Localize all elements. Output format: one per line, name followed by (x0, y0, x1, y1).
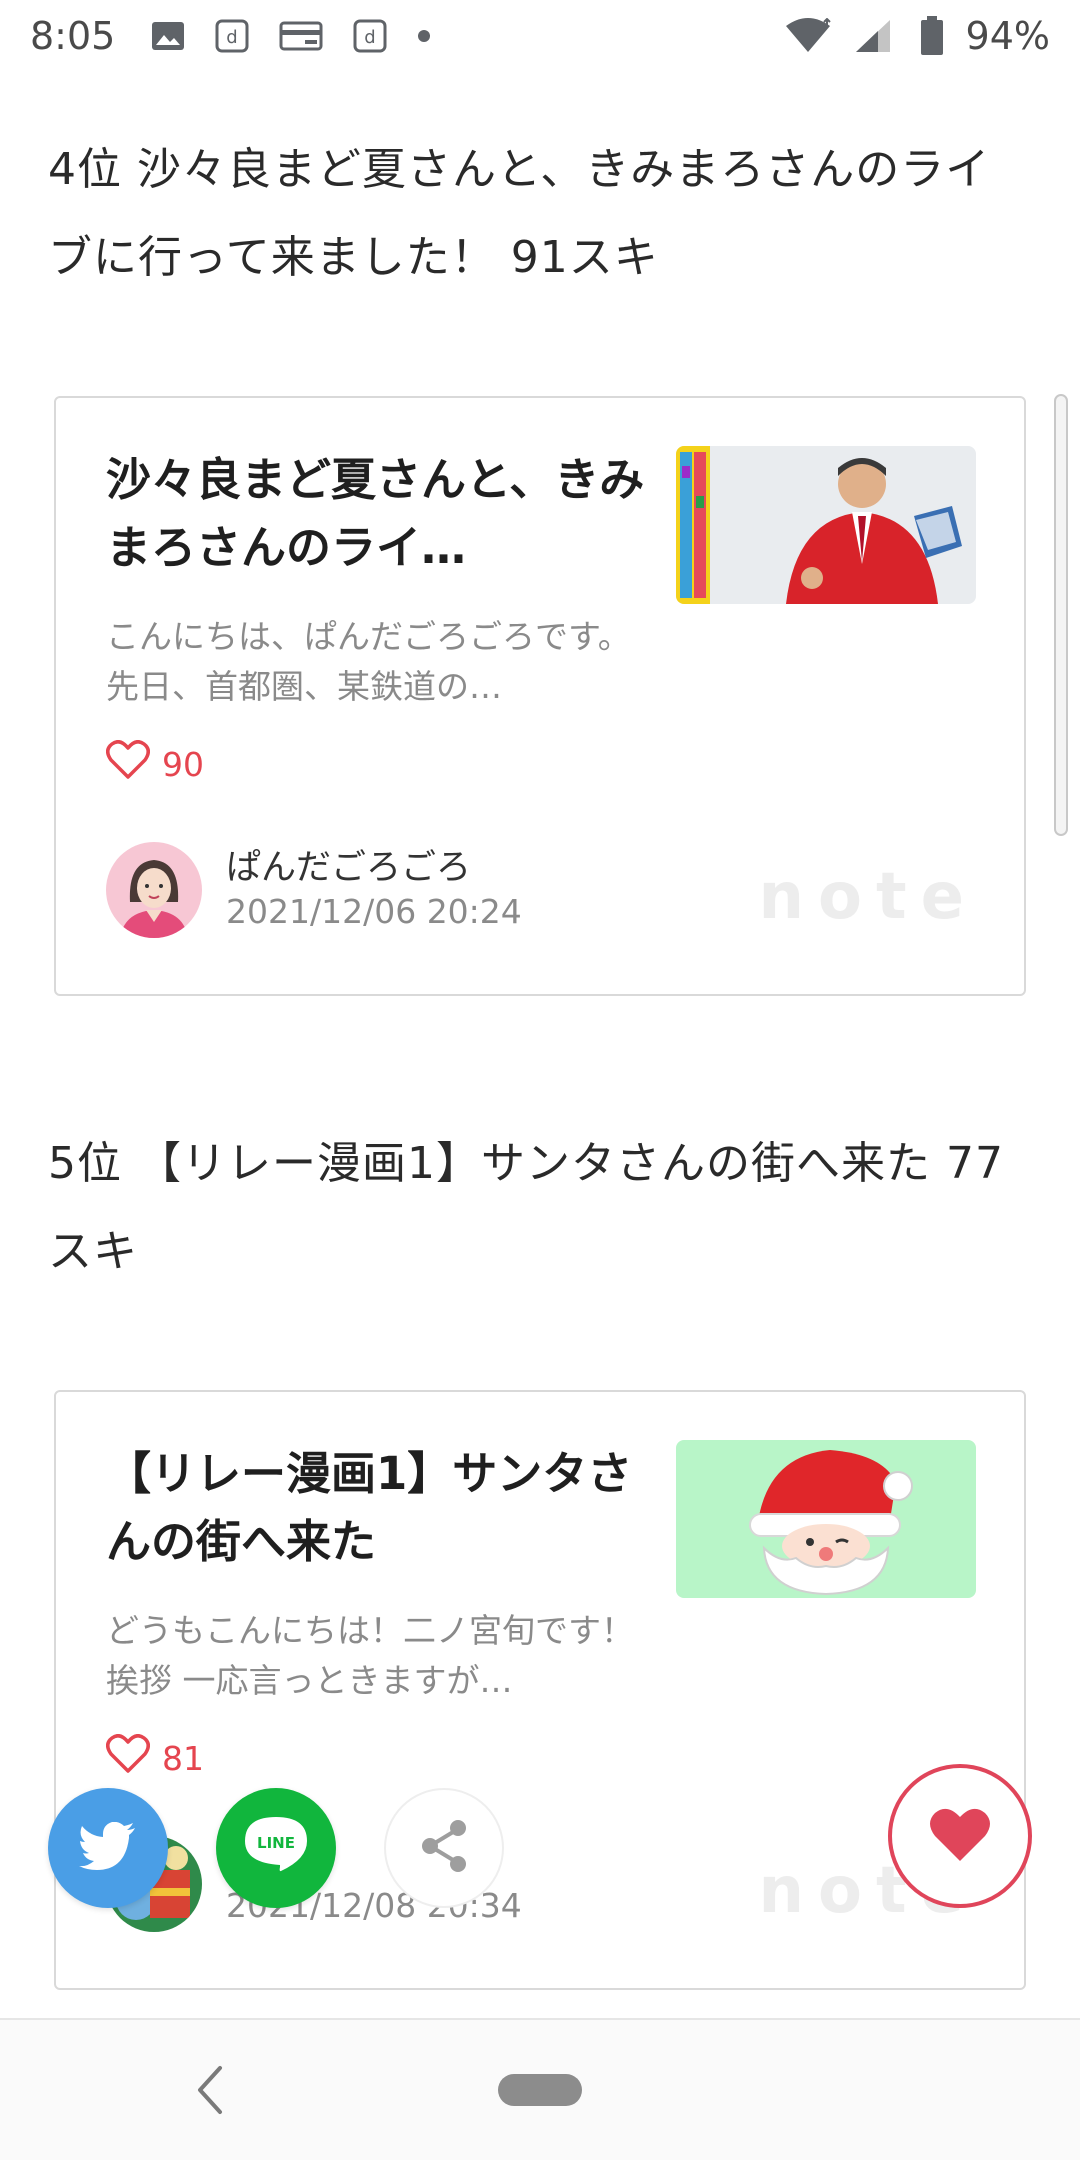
docomo-icon: d (353, 19, 387, 53)
card-thumbnail[interactable] (676, 446, 976, 604)
signal-icon (854, 18, 898, 54)
heart-outline-icon (106, 1734, 150, 1782)
avatar[interactable] (106, 842, 202, 938)
battery-icon (920, 16, 944, 56)
screen: 8:05 d d 94% 4位 沙々良まど夏さんと、きみまろさんのライブに行って… (0, 0, 1080, 2160)
wifi-icon (784, 18, 832, 54)
status-time: 8:05 (30, 14, 116, 58)
docomo-icon: d (215, 19, 249, 53)
article-card[interactable]: 【リレー漫画1】サンタさんの街へ来た どうもこんにちは！二ノ宮旬です！ 挨拶 一… (54, 1390, 1026, 1990)
author-meta: ぱんだごろごろ 2021/12/06 20:24 (226, 846, 522, 934)
card-icon (279, 21, 323, 51)
svg-text:d: d (227, 27, 238, 48)
dot-icon (417, 29, 431, 43)
article-card[interactable]: 沙々良まど夏さんと、きみまろさんのライ… こんにちは、ぱんだごろごろです。先日、… (54, 396, 1026, 996)
card-thumbnail[interactable] (676, 1440, 976, 1598)
scrollbar[interactable] (1054, 394, 1068, 836)
card-likes[interactable]: 90 (106, 740, 204, 788)
note-watermark: note (758, 860, 978, 934)
author-name[interactable]: ぱんだごろごろ (226, 846, 522, 890)
rank-heading: 5位 【リレー漫画1】サンタさんの街へ来た 77スキ (48, 1138, 1004, 1277)
card-title[interactable]: 沙々良まど夏さんと、きみまろさんのライ… (106, 446, 666, 582)
card-excerpt: こんにちは、ぱんだごろごろです。先日、首都圏、某鉄道の… (106, 617, 631, 706)
svg-text:d: d (365, 27, 376, 48)
notification-icons: d d (151, 19, 431, 53)
card-author[interactable]: ぱんだごろごろ 2021/12/06 20:24 (106, 842, 522, 938)
rank-heading: 4位 沙々良まど夏さんと、きみまろさんのライブに行って来ました！ 91スキ (48, 144, 991, 283)
image-icon (151, 21, 185, 51)
twitter-share-button[interactable] (48, 1788, 168, 1908)
home-pill[interactable] (498, 2074, 582, 2106)
heart-icon (928, 1805, 992, 1867)
share-button[interactable] (384, 1788, 504, 1908)
share-icon (418, 1818, 470, 1878)
line-share-button[interactable]: LINE (216, 1788, 336, 1908)
back-icon[interactable] (190, 2062, 230, 2118)
card-likes[interactable]: 81 (106, 1734, 204, 1782)
navigation-bar (0, 2020, 1080, 2160)
card-title[interactable]: 【リレー漫画1】サンタさんの街へ来た (106, 1440, 666, 1576)
status-bar: 8:05 d d 94% (0, 0, 1080, 72)
system-icons: 94% (784, 14, 1050, 58)
line-icon: LINE (243, 1815, 309, 1881)
heart-outline-icon (106, 740, 150, 788)
battery-percent: 94% (965, 14, 1050, 58)
line-label: LINE (257, 1834, 295, 1852)
post-date: 2021/12/06 20:24 (226, 892, 522, 931)
card-excerpt: どうもこんにちは！二ノ宮旬です！ 挨拶 一応言っときますが… (106, 1611, 634, 1700)
likes-count: 90 (162, 744, 204, 784)
like-button[interactable] (888, 1764, 1032, 1908)
twitter-icon (79, 1821, 137, 1874)
likes-count: 81 (162, 1738, 204, 1778)
